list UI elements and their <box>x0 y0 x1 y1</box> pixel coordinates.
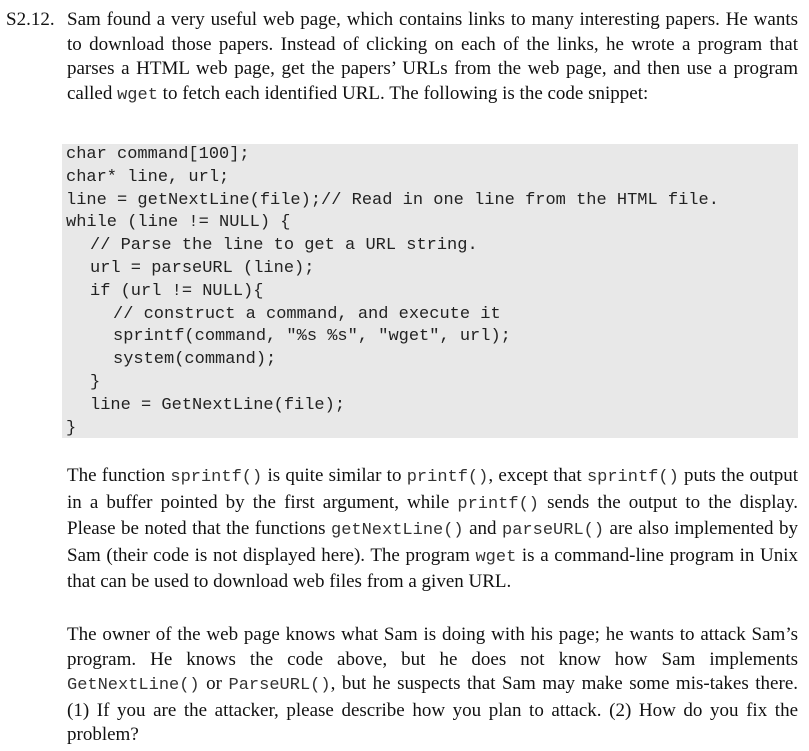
code-line: system(command); <box>113 350 277 370</box>
inline-code: GetNextLine() <box>67 676 200 695</box>
document-page: S2.12. Sam found a very useful web page,… <box>0 0 809 751</box>
code-snippet: char command[100]; char* line, url; line =… <box>62 144 798 438</box>
code-line: url = parseURL (line); <box>90 258 315 278</box>
question-paragraph: The owner of the web page knows what Sam… <box>67 624 799 745</box>
code-line: // Parse the line to get a URL string. <box>90 236 478 256</box>
inline-code: sprintf() <box>586 468 679 487</box>
inline-code: parseURL() <box>502 521 605 540</box>
inline-code: sprintf() <box>170 468 263 487</box>
code-line: char* line, url; <box>66 167 230 187</box>
inline-code: wget <box>475 547 517 567</box>
problem-label: S2.12. <box>6 9 55 30</box>
inline-code: printf() <box>457 494 539 514</box>
code-line: if (url != NULL){ <box>90 281 264 301</box>
explanation-paragraph: The function sprintf() is quite similar … <box>67 465 798 592</box>
code-line: } <box>90 372 101 392</box>
inline-code: printf() <box>406 468 489 487</box>
inline-code: wget <box>117 85 158 105</box>
code-text: char command[100]; char* line, url; line =… <box>66 144 719 440</box>
code-line: char command[100]; <box>66 145 250 164</box>
code-line: // construct a command, and execute it <box>113 304 501 324</box>
code-line: line = getNextLine(file);// Read in one … <box>66 190 719 210</box>
code-line: while (line != NULL) { <box>66 213 291 233</box>
inline-code: ParseURL() <box>228 676 331 695</box>
inline-code: getNextLine() <box>331 521 464 540</box>
code-line: } <box>66 418 77 438</box>
code-line: line = GetNextLine(file); <box>90 395 346 415</box>
code-line: sprintf(command, "%s %s", "wget", url); <box>113 327 511 347</box>
intro-paragraph: Sam found a very useful web page, which … <box>67 9 798 105</box>
